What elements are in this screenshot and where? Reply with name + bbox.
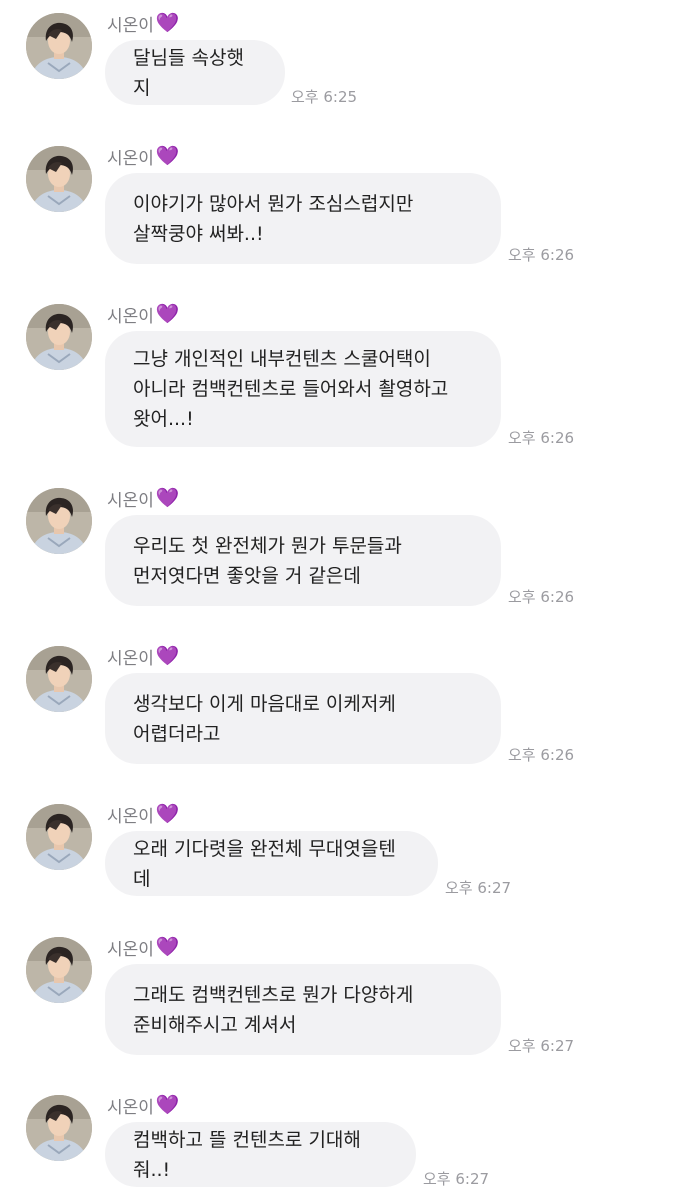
sender-name-row: 시온이 💜 xyxy=(107,302,180,327)
avatar[interactable] xyxy=(26,804,92,870)
sender-name-row: 시온이 💜 xyxy=(107,802,180,827)
sender-name: 시온이 xyxy=(107,15,154,36)
purple-heart-icon: 💜 xyxy=(155,644,180,667)
sender-name: 시온이 xyxy=(107,648,154,669)
message-bubble[interactable]: 그래도 컴백컨텐츠로 뭔가 다양하게 준비해주시고 계셔서 xyxy=(105,964,501,1055)
message-bubble[interactable]: 생각보다 이게 마음대로 이케저케 어렵더라고 xyxy=(105,673,501,764)
message-bubble[interactable]: 그냥 개인적인 내부컨텐츠 스쿨어택이 아니라 컴백컨텐츠로 들어와서 촬영하고… xyxy=(105,331,501,447)
avatar[interactable] xyxy=(26,304,92,370)
message-time: 오후 6:27 xyxy=(423,1170,490,1188)
message-time: 오후 6:26 xyxy=(508,246,575,264)
sender-name-row: 시온이 💜 xyxy=(107,644,180,669)
sender-name: 시온이 xyxy=(107,1097,154,1118)
purple-heart-icon: 💜 xyxy=(155,935,180,958)
message-time: 오후 6:25 xyxy=(291,88,358,106)
avatar[interactable] xyxy=(26,646,92,712)
avatar[interactable] xyxy=(26,13,92,79)
message-time: 오후 6:26 xyxy=(508,588,575,606)
sender-name: 시온이 xyxy=(107,306,154,327)
avatar[interactable] xyxy=(26,937,92,1003)
purple-heart-icon: 💜 xyxy=(155,486,180,509)
sender-name: 시온이 xyxy=(107,490,154,511)
sender-name-row: 시온이 💜 xyxy=(107,935,180,960)
sender-name: 시온이 xyxy=(107,148,154,169)
sender-name-row: 시온이 💜 xyxy=(107,144,180,169)
message-bubble[interactable]: 이야기가 많아서 뭔가 조심스럽지만 살짝쿵야 써봐..! xyxy=(105,173,501,264)
sender-name-row: 시온이 💜 xyxy=(107,486,180,511)
avatar[interactable] xyxy=(26,1095,92,1161)
message-bubble[interactable]: 달님들 속상햇지 xyxy=(105,40,285,105)
purple-heart-icon: 💜 xyxy=(155,302,180,325)
message-time: 오후 6:27 xyxy=(508,1037,575,1055)
avatar[interactable] xyxy=(26,146,92,212)
message-time: 오후 6:27 xyxy=(445,879,512,897)
message-bubble[interactable]: 우리도 첫 완전체가 뭔가 투문들과 먼저엿다면 좋앗을 거 같은데 xyxy=(105,515,501,606)
purple-heart-icon: 💜 xyxy=(155,144,180,167)
message-bubble[interactable]: 오래 기다렷을 완전체 무대엿을텐데 xyxy=(105,831,438,896)
purple-heart-icon: 💜 xyxy=(155,11,180,34)
purple-heart-icon: 💜 xyxy=(155,802,180,825)
message-time: 오후 6:26 xyxy=(508,746,575,764)
sender-name: 시온이 xyxy=(107,806,154,827)
sender-name-row: 시온이 💜 xyxy=(107,1093,180,1118)
sender-name-row: 시온이 💜 xyxy=(107,11,180,36)
message-bubble[interactable]: 컴백하고 뜰 컨텐츠로 기대해줘..! xyxy=(105,1122,416,1187)
sender-name: 시온이 xyxy=(107,939,154,960)
chat-log: 시온이 💜 달님들 속상햇지 오후 6:25 시온이 💜 이야기가 많아서 뭔가 조… xyxy=(0,0,678,1200)
purple-heart-icon: 💜 xyxy=(155,1093,180,1116)
avatar[interactable] xyxy=(26,488,92,554)
message-time: 오후 6:26 xyxy=(508,429,575,447)
